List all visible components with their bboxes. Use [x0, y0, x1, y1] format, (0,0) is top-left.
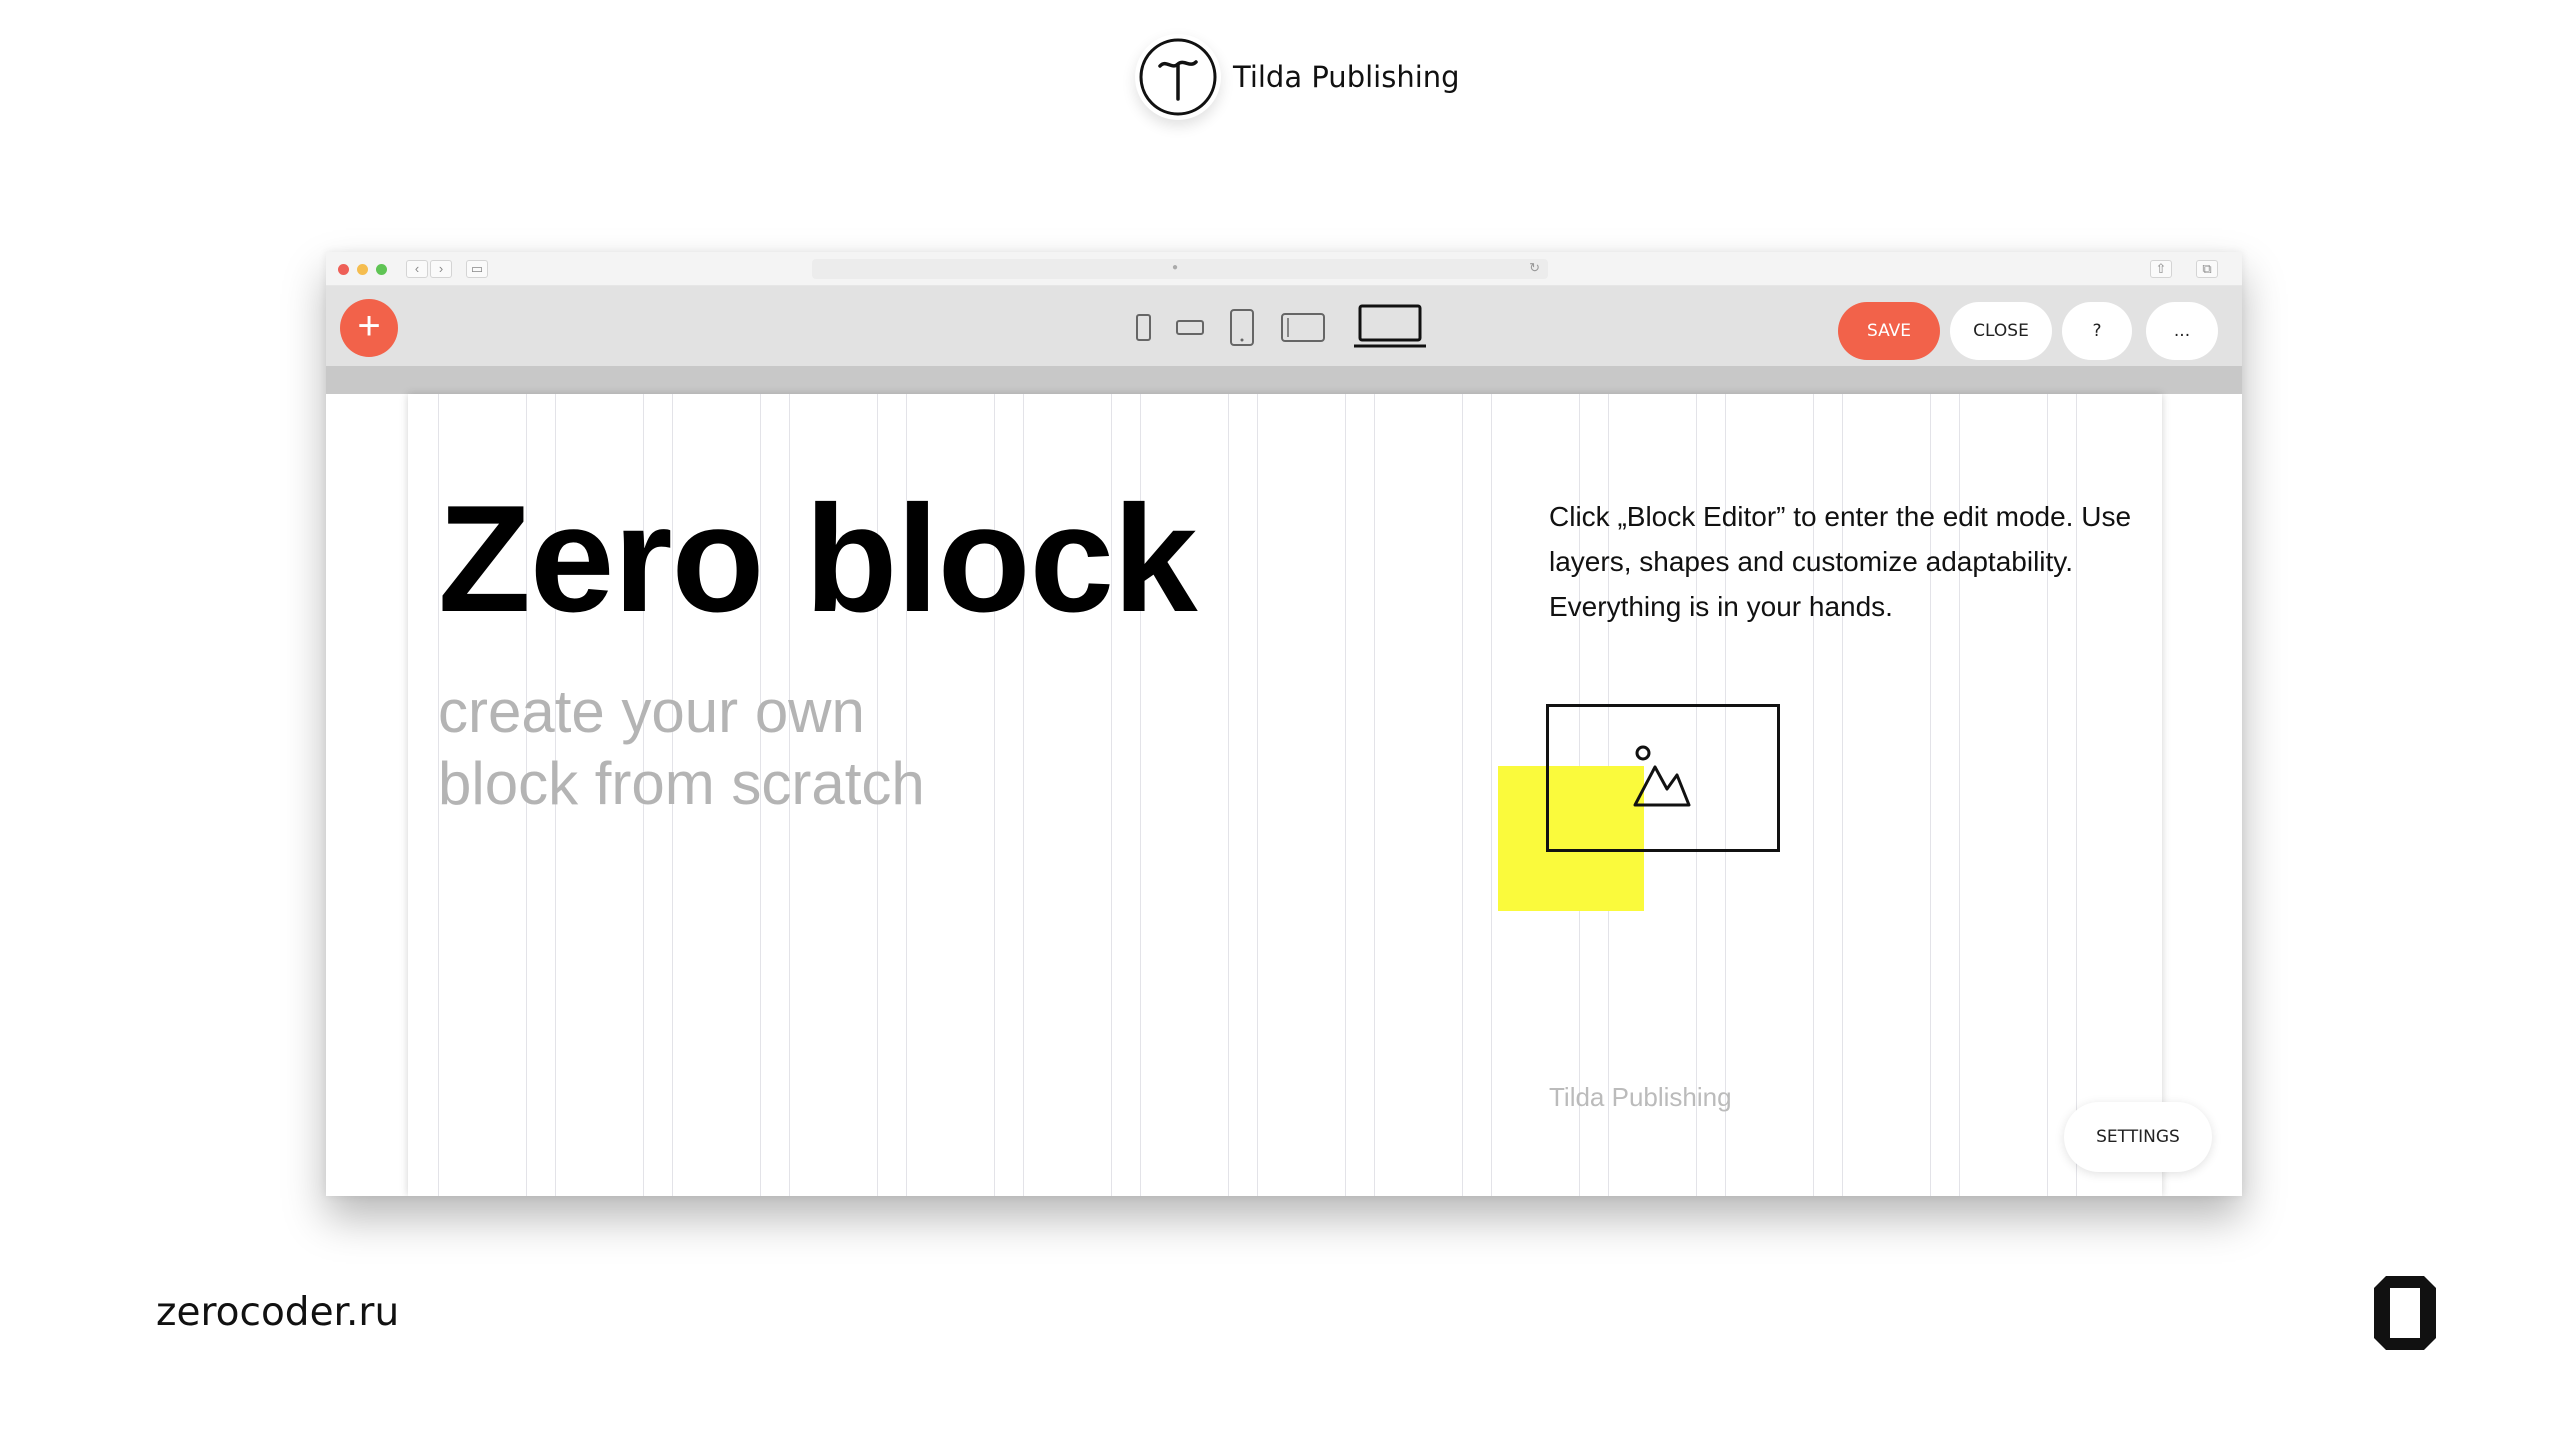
- zero-block-canvas[interactable]: Zero block create your own block from sc…: [408, 394, 2162, 1196]
- sidebar-icon[interactable]: ▭: [466, 260, 488, 278]
- lock-icon: ●: [1172, 262, 1179, 273]
- close-window-icon[interactable]: [338, 264, 349, 275]
- url-bar[interactable]: ● ↻: [812, 259, 1548, 279]
- maximize-window-icon[interactable]: [376, 264, 387, 275]
- desktop-icon[interactable]: [1354, 304, 1426, 348]
- close-button[interactable]: CLOSE: [1950, 302, 2052, 360]
- tilda-logo-icon: [1135, 34, 1221, 120]
- minimize-window-icon[interactable]: [357, 264, 368, 275]
- tablet-portrait-icon[interactable]: [1228, 308, 1256, 348]
- block-title[interactable]: Zero block: [438, 472, 1198, 647]
- reload-icon[interactable]: ↻: [1529, 260, 1540, 276]
- zerocoder-logo-icon: [2374, 1276, 2436, 1350]
- add-button[interactable]: +: [340, 299, 398, 357]
- image-placeholder[interactable]: [1546, 704, 1780, 852]
- forward-icon[interactable]: ›: [430, 260, 452, 278]
- more-button[interactable]: ...: [2146, 302, 2218, 360]
- phone-portrait-icon[interactable]: [1134, 313, 1154, 343]
- block-subtitle[interactable]: create your own block from scratch: [438, 676, 1138, 820]
- phone-landscape-icon[interactable]: [1175, 318, 1205, 338]
- share-icon[interactable]: ⇧: [2150, 260, 2172, 278]
- settings-button[interactable]: SETTINGS: [2064, 1102, 2212, 1172]
- back-icon[interactable]: ‹: [406, 260, 428, 278]
- block-description[interactable]: Click „Block Editor” to enter the edit m…: [1549, 494, 2149, 629]
- site-url: zerocoder.ru: [156, 1290, 400, 1335]
- image-icon: [1633, 745, 1691, 807]
- save-button[interactable]: SAVE: [1838, 302, 1940, 360]
- help-button[interactable]: ?: [2062, 302, 2132, 360]
- editor-top-strip: [326, 366, 2242, 394]
- browser-window: ‹ › ▭ ● ↻ ⇧ ⧉ + SAVE CLOSE ? ... Zero bl…: [326, 252, 2242, 1196]
- browser-chrome: ‹ › ▭ ● ↻ ⇧ ⧉: [326, 252, 2242, 286]
- tabs-icon[interactable]: ⧉: [2196, 260, 2218, 278]
- subtitle-line-1: create your own: [438, 678, 865, 745]
- brand-name: Tilda Publishing: [1233, 60, 1460, 94]
- editor-toolbar: + SAVE CLOSE ? ...: [326, 286, 2242, 366]
- tablet-landscape-icon[interactable]: [1280, 312, 1326, 344]
- brand-header: Tilda Publishing: [1135, 32, 1460, 122]
- subtitle-line-2: block from scratch: [438, 750, 925, 817]
- canvas-footer-text[interactable]: Tilda Publishing: [1549, 1082, 1732, 1113]
